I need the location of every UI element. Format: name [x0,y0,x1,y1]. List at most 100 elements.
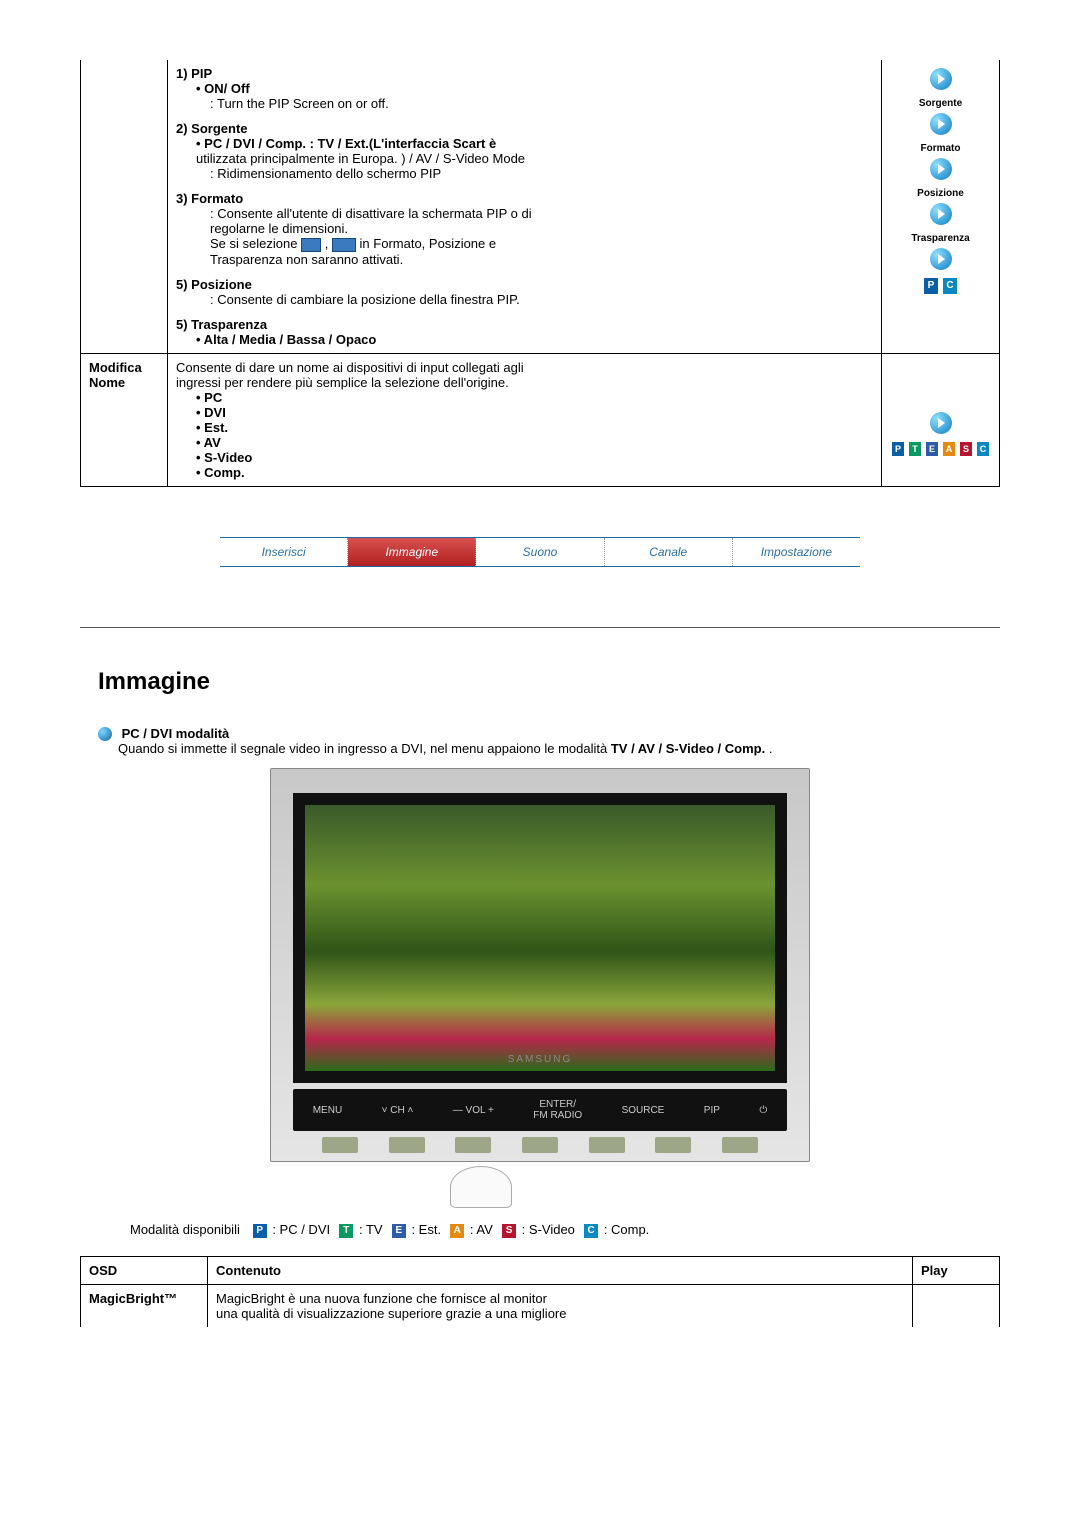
formato-heading: 3) Formato [176,191,873,206]
mn-b5: • S-Video [196,450,873,465]
mode-t-icon: T [339,1224,353,1238]
mode-s-icon: S [502,1224,516,1238]
sorgente-l1: • PC / DVI / Comp. : TV / Ext.(L'interfa… [196,136,873,151]
row2-side-cell: P T E A S C [882,353,1000,486]
tv-stand [389,1137,425,1153]
tv-stand [655,1137,691,1153]
posizione-l1: : Consente di cambiare la posizione dell… [210,292,873,307]
sorgente-heading: 2) Sorgente [176,121,873,136]
tv-stand [322,1137,358,1153]
play-icon[interactable] [930,113,952,135]
tab-immagine[interactable]: Immagine [348,538,476,566]
pip-settings-table: 1) PIP • ON/ Off : Turn the PIP Screen o… [80,60,1000,487]
mode-s-label: : S-Video [522,1222,575,1237]
tab-impostazione[interactable]: Impostazione [733,538,860,566]
mode-c-icon: C [584,1224,598,1238]
tv-frame: SAMSUNG MENU ˅ CH ˄ — VOL + ENTER/ FM RA… [270,768,810,1162]
tv-mockup: SAMSUNG MENU ˅ CH ˄ — VOL + ENTER/ FM RA… [270,768,810,1208]
side-formato: Formato [890,143,991,154]
trasparenza-l1: • Alta / Media / Bassa / Opaco [196,332,873,347]
tv-stand [722,1137,758,1153]
th-contenuto: Contenuto [208,1256,913,1284]
tv-btn-ch[interactable]: ˅ CH ˄ [382,1105,414,1116]
th-osd: OSD [81,1256,208,1284]
posizione-heading: 5) Posizione [176,277,873,292]
tab-canale[interactable]: Canale [605,538,733,566]
mode-t-label: : TV [359,1222,383,1237]
tv-stand-row [293,1131,787,1153]
tab-inserisci[interactable]: Inserisci [220,538,348,566]
mode-p-label: : PC / DVI [272,1222,330,1237]
trasparenza-heading: 5) Trasparenza [176,317,873,332]
row1-left-cell [81,60,168,353]
pteasc-badge: P T E A S C [890,442,991,456]
tv-stand [522,1137,558,1153]
tv-brand-label: SAMSUNG [305,1054,775,1065]
row1-content-cell: 1) PIP • ON/ Off : Turn the PIP Screen o… [168,60,882,353]
tv-stand [589,1137,625,1153]
pip-size-icon-2 [332,238,356,252]
mn-l2: ingressi per rendere più semplice la sel… [176,375,873,390]
th-play: Play [913,1256,1000,1284]
tv-screen: SAMSUNG [293,793,787,1083]
play-icon[interactable] [930,248,952,270]
section-title: Immagine [98,668,1000,696]
mode-a-icon: A [450,1224,464,1238]
row2-left-cell: Modifica Nome [81,353,168,486]
row1-side-cell: Sorgente Formato Posizione Trasparenza P… [882,60,1000,353]
mn-b1: • PC [196,390,873,405]
play-icon[interactable] [930,203,952,225]
mode-c-label: : Comp. [604,1222,650,1237]
note-text-c: . [769,741,773,756]
side-trasparenza: Trasparenza [890,233,991,244]
mode-a-label: : AV [470,1222,493,1237]
tv-btn-enter[interactable]: ENTER/ FM RADIO [533,1099,582,1121]
tv-stand [455,1137,491,1153]
tv-btn-source[interactable]: SOURCE [622,1105,665,1116]
mn-b6: • Comp. [196,465,873,480]
immagine-table: OSD Contenuto Play MagicBright™ MagicBri… [80,1256,1000,1327]
mode-legend: Modalità disponibili P : PC / DVI T : TV… [130,1222,1000,1238]
formato-l4: Trasparenza non saranno attivati. [210,252,873,267]
row2-content-cell: Consente di dare un nome ai dispositivi … [168,353,882,486]
sorgente-l2: utilizzata principalmente in Europa. ) /… [196,151,873,166]
mn-b3: • Est. [196,420,873,435]
tv-btn-power[interactable]: ⏻ [759,1105,767,1116]
bullet-icon [98,727,112,741]
tv-button-bar: MENU ˅ CH ˄ — VOL + ENTER/ FM RADIO SOUR… [293,1089,787,1131]
pip-size-icon-1 [301,238,321,252]
mn-l1: Consente di dare un nome ai dispositivi … [176,360,873,375]
note-text-a: Quando si immette il segnale video in in… [118,741,611,756]
td-magicbright-play [913,1284,1000,1327]
td-magicbright: MagicBright™ [81,1284,208,1327]
tab-suono[interactable]: Suono [476,538,604,566]
formato-l1: : Consente all'utente di disattivare la … [210,206,873,221]
sorgente-l3: : Ridimensionamento dello schermo PIP [210,166,873,181]
legend-lead: Modalità disponibili [130,1222,240,1237]
tv-btn-pip[interactable]: PIP [704,1105,720,1116]
side-posizione: Posizione [890,188,991,199]
note-text-b: TV / AV / S-Video / Comp. [611,741,765,756]
pip-onoff: • ON/ Off [196,81,873,96]
section-separator [80,627,1000,628]
formato-l2: regolarne le dimensioni. [210,221,873,236]
note-heading: PC / DVI modalità [122,726,230,741]
play-icon[interactable] [930,158,952,180]
play-icon[interactable] [930,412,952,434]
nav-tab-bar: Inserisci Immagine Suono Canale Impostaz… [220,537,860,567]
mode-p-icon: P [253,1224,267,1238]
mode-e-label: : Est. [411,1222,441,1237]
mn-b2: • DVI [196,405,873,420]
tv-btn-vol[interactable]: — VOL + [453,1105,494,1116]
play-icon[interactable] [930,68,952,90]
side-sorgente: Sorgente [890,98,991,109]
hand-icon [450,1166,512,1208]
mode-e-icon: E [392,1224,406,1238]
mn-b4: • AV [196,435,873,450]
pip-onoff-desc: : Turn the PIP Screen on or off. [210,96,873,111]
td-magicbright-desc: MagicBright è una nuova funzione che for… [208,1284,913,1327]
pc-dvi-note: PC / DVI modalità Quando si immette il s… [98,726,1000,757]
tv-btn-menu[interactable]: MENU [313,1105,342,1116]
pc-mode-badge: P C [890,278,991,294]
pip-heading: 1) PIP [176,66,873,81]
